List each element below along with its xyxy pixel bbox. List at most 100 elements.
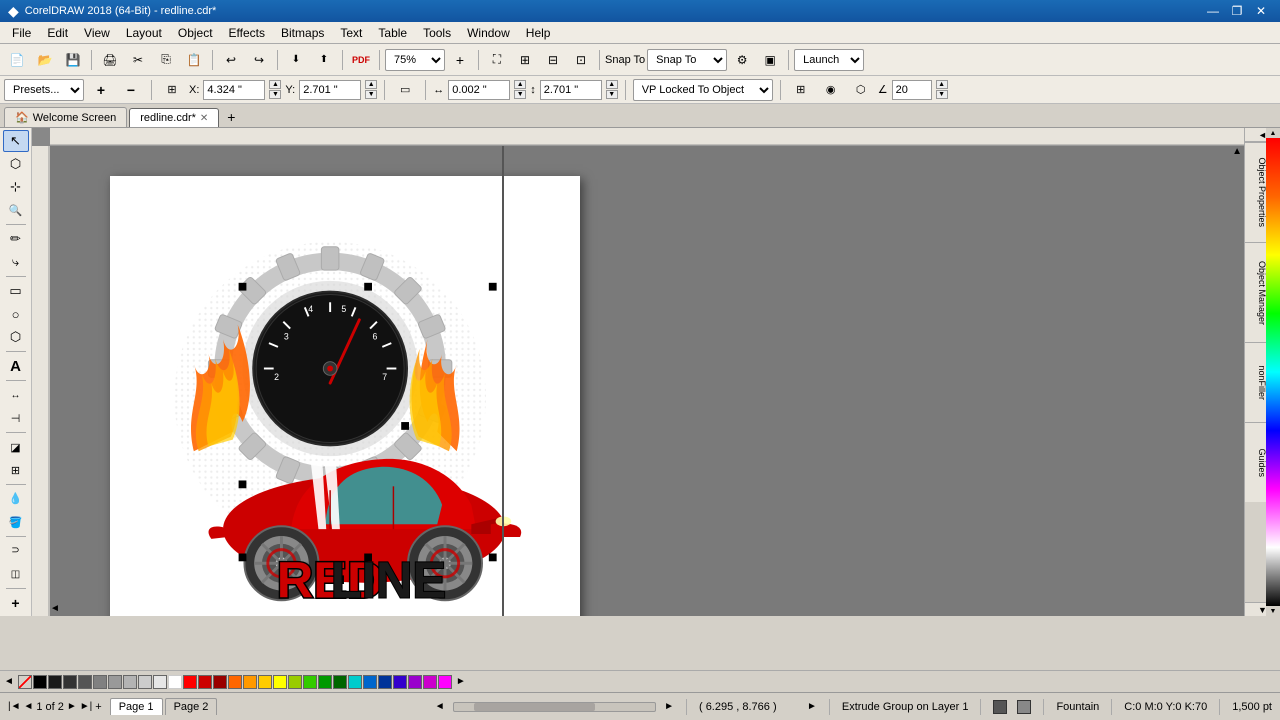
snap-to-dropdown[interactable]: Snap To — [647, 49, 727, 71]
remove-preset-button[interactable]: − — [118, 78, 144, 102]
connector-tool[interactable]: ⊣ — [3, 407, 29, 429]
menu-table[interactable]: Table — [370, 24, 415, 42]
menu-tools[interactable]: Tools — [415, 24, 459, 42]
angle-down[interactable]: ▼ — [936, 90, 948, 99]
swatch-lgray2[interactable] — [123, 675, 137, 689]
tab-welcome-screen[interactable]: 🏠 Welcome Screen — [4, 107, 127, 127]
angle-input[interactable] — [892, 80, 932, 100]
swatch-red[interactable] — [183, 675, 197, 689]
menu-view[interactable]: View — [76, 24, 118, 42]
color-strip-down[interactable]: ▼ — [1266, 606, 1280, 616]
swatch-dkred[interactable] — [198, 675, 212, 689]
swatch-gray[interactable] — [93, 675, 107, 689]
tab-redline[interactable]: redline.cdr* ✕ — [129, 108, 219, 127]
object-props-btn[interactable]: ⬡ — [848, 78, 874, 102]
scroll-left-swatches[interactable]: ◄ — [4, 676, 14, 687]
page2-tab[interactable]: Page 2 — [165, 698, 218, 715]
perspective-button[interactable]: ⊞ — [788, 78, 814, 102]
add-tool[interactable]: + — [3, 592, 29, 614]
menu-text[interactable]: Text — [332, 24, 370, 42]
open-button[interactable]: 📂 — [32, 48, 58, 72]
swatch-teal[interactable] — [348, 675, 362, 689]
options-button[interactable]: ▣ — [757, 48, 783, 72]
settings-button[interactable]: ⚙ — [729, 48, 755, 72]
swatch-yellow[interactable] — [273, 675, 287, 689]
x-down[interactable]: ▼ — [269, 90, 281, 99]
undo-button[interactable]: ↩ — [218, 48, 244, 72]
minimize-button[interactable]: — — [1202, 3, 1224, 19]
color-spectrum-bar[interactable] — [1266, 138, 1280, 606]
view-snap[interactable]: ⊡ — [568, 48, 594, 72]
meshfill-tool[interactable]: ⊞ — [3, 459, 29, 481]
swatch-green[interactable] — [303, 675, 317, 689]
vp-lock-dropdown[interactable]: VP Locked To Object — [633, 79, 773, 101]
swatch-dkblue[interactable] — [378, 675, 392, 689]
view-grid[interactable]: ⊞ — [512, 48, 538, 72]
expand-status[interactable]: ► — [807, 701, 817, 712]
swatch-lt-orange[interactable] — [243, 675, 257, 689]
color-strip-up[interactable]: ▲ — [1266, 128, 1280, 138]
shadow-tool[interactable]: ◫ — [3, 563, 29, 585]
menu-bitmaps[interactable]: Bitmaps — [273, 24, 332, 42]
menu-effects[interactable]: Effects — [221, 24, 273, 42]
launch-dropdown[interactable]: Launch — [794, 49, 864, 71]
swatch-lgray1[interactable] — [108, 675, 122, 689]
publish-pdf-button[interactable]: PDF — [348, 48, 374, 72]
paintbucket-tool[interactable]: 🪣 — [3, 511, 29, 533]
h-up[interactable]: ▲ — [606, 80, 618, 89]
y-input[interactable] — [299, 80, 361, 100]
swatch-gold[interactable] — [258, 675, 272, 689]
save-button[interactable]: 💾 — [60, 48, 86, 72]
h-down[interactable]: ▼ — [606, 90, 618, 99]
new-button[interactable]: 📄 — [4, 48, 30, 72]
canvas-scroll-up[interactable]: ▲ — [1232, 146, 1242, 157]
nav-add[interactable]: + — [95, 701, 101, 713]
x-up[interactable]: ▲ — [269, 80, 281, 89]
swatch-vlgray[interactable] — [153, 675, 167, 689]
shape-type-btn[interactable]: ▭ — [392, 78, 418, 102]
paste-button[interactable]: 📋 — [181, 48, 207, 72]
w-input[interactable] — [448, 80, 510, 100]
ellipse-tool[interactable]: ○ — [3, 303, 29, 325]
swatch-dkgreen2[interactable] — [333, 675, 347, 689]
add-preset-button[interactable]: + — [88, 78, 114, 102]
copy-button[interactable]: ⎘ — [153, 48, 179, 72]
canvas-content[interactable]: 2 3 4 5 6 7 — [50, 146, 1244, 616]
menu-edit[interactable]: Edit — [39, 24, 76, 42]
dimension-tool[interactable]: ↔ — [3, 384, 29, 406]
w-down[interactable]: ▼ — [514, 90, 526, 99]
swatch-dkgreen[interactable] — [318, 675, 332, 689]
zoom-in-button[interactable]: + — [447, 48, 473, 72]
zoom-dropdown[interactable]: 75% 50% 100% 150% 200% — [385, 49, 445, 71]
tab-close-icon[interactable]: ✕ — [200, 113, 208, 124]
swatch-white[interactable] — [168, 675, 182, 689]
fill-indicator[interactable] — [993, 700, 1007, 714]
swatch-dark2[interactable] — [63, 675, 77, 689]
swatch-dark1[interactable] — [48, 675, 62, 689]
no-fill-swatch[interactable] — [18, 675, 32, 689]
canvas-area[interactable]: 2 3 4 5 6 7 — [32, 128, 1244, 616]
nav-last[interactable]: ►| — [80, 701, 93, 712]
fill-tool[interactable]: ◪ — [3, 436, 29, 458]
swatch-dark3[interactable] — [78, 675, 92, 689]
menu-help[interactable]: Help — [518, 24, 559, 42]
presets-dropdown[interactable]: Presets... — [4, 79, 84, 101]
h-input[interactable] — [540, 80, 602, 100]
blend-tool[interactable]: ⊃ — [3, 540, 29, 562]
export-button[interactable]: ⬆ — [311, 48, 337, 72]
swatch-magenta[interactable] — [423, 675, 437, 689]
smartdraw-tool[interactable]: ⤷ — [3, 251, 29, 273]
menu-object[interactable]: Object — [170, 24, 221, 42]
tab-add-button[interactable]: + — [221, 107, 241, 127]
polygon-tool[interactable]: ⬡ — [3, 326, 29, 348]
swatch-black[interactable] — [33, 675, 47, 689]
w-up[interactable]: ▲ — [514, 80, 526, 89]
pick-tool[interactable]: ↖ — [3, 130, 29, 152]
nav-first[interactable]: |◄ — [8, 701, 21, 712]
view-guidelines[interactable]: ⊟ — [540, 48, 566, 72]
stroke-indicator[interactable] — [1017, 700, 1031, 714]
swatch-orange[interactable] — [228, 675, 242, 689]
node-tool[interactable]: ⬡ — [3, 153, 29, 175]
color-manager[interactable]: ◉ — [818, 78, 844, 102]
redo-button[interactable]: ↪ — [246, 48, 272, 72]
